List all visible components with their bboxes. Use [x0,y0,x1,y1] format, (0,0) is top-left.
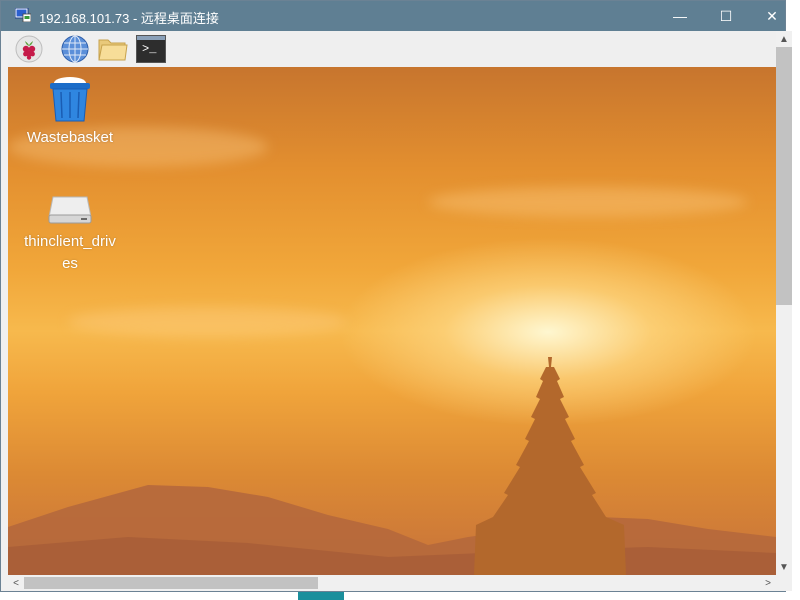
host-taskbar-edge [298,592,344,600]
terminal-icon[interactable]: >_ [136,35,166,63]
wastebasket-icon [50,77,90,122]
landscape-silhouette [8,357,776,575]
maximize-icon: ☐ [719,7,733,24]
minimize-icon: — [673,8,687,24]
drive-icon [48,196,92,224]
desktop-icon-thinclient-drives[interactable]: thinclient_driv es [20,191,120,275]
scroll-right-arrow-icon[interactable]: > [760,575,776,591]
window-titlebar[interactable]: 192.168.101.73 - 远程桌面连接 — ☐ ✕ [1,1,785,31]
scrollbar-corner [776,575,792,591]
thinclient-drives-label-line1: thinclient_driv [24,233,116,250]
window-title: 192.168.101.73 - 远程桌面连接 [39,11,219,26]
vertical-scroll-thumb[interactable] [776,47,792,305]
remote-desktop-view[interactable]: >_ Wastebasket thinclient_driv es [8,31,776,575]
close-button[interactable]: ✕ [749,1,795,31]
scroll-up-arrow-icon[interactable]: ▲ [776,31,792,47]
wastebasket-label: Wastebasket [26,129,114,146]
terminal-prompt-text: >_ [142,42,157,56]
remote-desktop-app-icon [15,8,31,22]
desktop-wallpaper[interactable]: Wastebasket thinclient_driv es [8,67,776,575]
file-manager-folder-icon[interactable] [98,35,128,63]
raspberry-pi-menu-icon[interactable] [14,35,44,63]
vertical-scrollbar[interactable]: ▲ ▼ [776,31,792,575]
web-browser-globe-icon[interactable] [60,35,90,63]
scroll-down-arrow-icon[interactable]: ▼ [776,559,792,575]
desktop-icon-wastebasket[interactable]: Wastebasket [20,75,120,149]
raspberry-pi-taskbar: >_ [8,31,776,67]
horizontal-scrollbar[interactable]: < > [8,575,776,591]
horizontal-scroll-thumb[interactable] [24,577,318,589]
scroll-left-arrow-icon[interactable]: < [8,575,24,591]
thinclient-drives-label-line2: es [62,255,78,272]
maximize-button[interactable]: ☐ [703,1,749,31]
minimize-button[interactable]: — [657,1,703,31]
close-icon: ✕ [766,7,778,24]
